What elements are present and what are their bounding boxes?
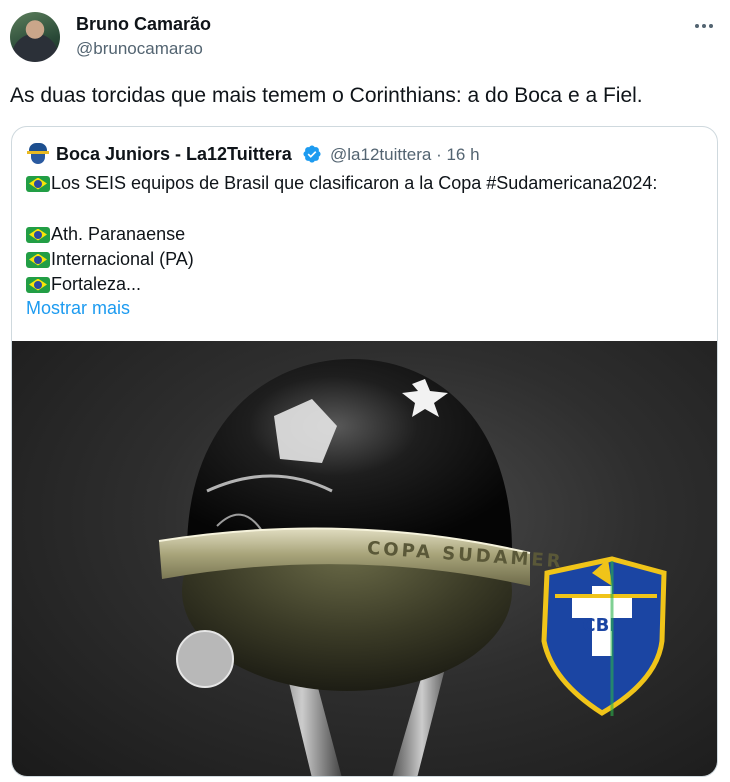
quoted-author-handle[interactable]: @la12tuittera · 16 h: [330, 145, 480, 165]
verified-icon: [303, 145, 321, 163]
trophy-image: COPA SUDAMER CBF: [158, 359, 667, 776]
quoted-text-line: Fortaleza...: [26, 274, 141, 295]
quoted-author-name[interactable]: Boca Juniors - La12Tuittera: [56, 144, 292, 165]
cbf-badge: CBF: [541, 556, 667, 716]
brazil-flag-icon: [26, 276, 50, 293]
quoted-author-avatar[interactable]: [26, 141, 50, 165]
quoted-text-line: Ath. Paranaense: [26, 224, 185, 245]
quoted-text-line: Internacional (PA): [26, 249, 194, 270]
brazil-flag-icon: [26, 251, 50, 268]
author-avatar[interactable]: [10, 12, 60, 62]
quoted-media-image[interactable]: COPA SUDAMER CBF: [12, 341, 717, 776]
quoted-tweet[interactable]: Boca Juniors - La12Tuittera @la12tuitter…: [11, 126, 718, 777]
cbf-text: CBF: [582, 615, 621, 636]
author-handle[interactable]: @brunocamarao: [76, 39, 203, 59]
more-icon[interactable]: [692, 14, 716, 38]
quoted-text-line: Los SEIS equipos de Brasil que clasifica…: [26, 173, 657, 194]
tweet-text: As duas torcidas que mais temem o Corint…: [10, 84, 643, 107]
brazil-flag-icon: [26, 226, 50, 243]
author-name[interactable]: Bruno Camarão: [76, 14, 211, 35]
show-more-link[interactable]: Mostrar mais: [26, 298, 130, 319]
brazil-flag-icon: [26, 175, 50, 192]
tweet: Bruno Camarão @brunocamarao As duas torc…: [0, 0, 730, 782]
